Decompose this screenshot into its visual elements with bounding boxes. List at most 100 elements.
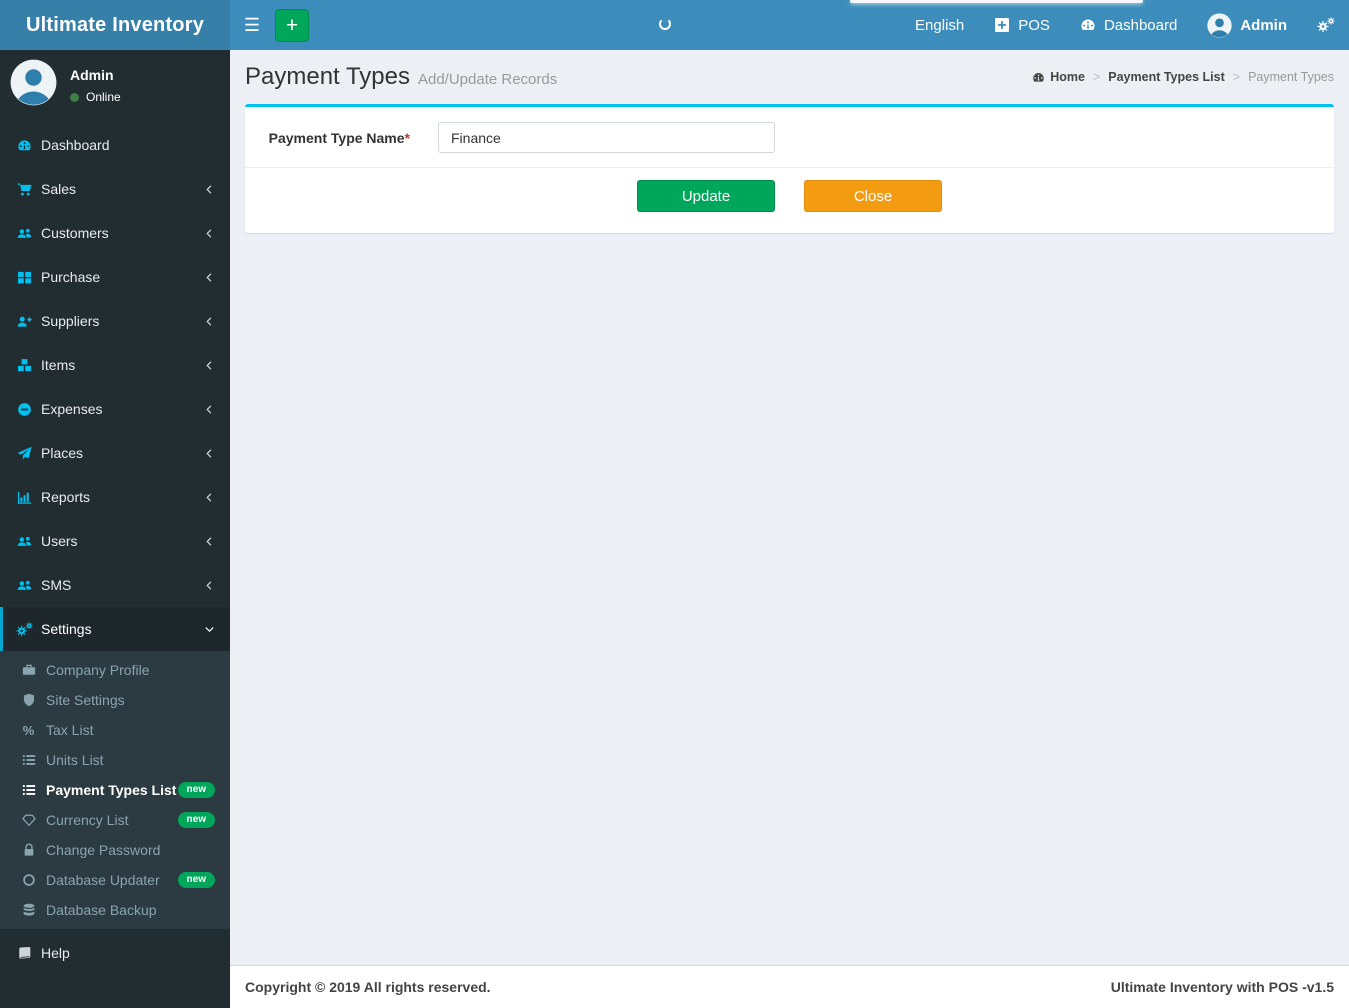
- sidebar-item-dashboard[interactable]: Dashboard: [0, 123, 230, 167]
- chevron-left-icon: [204, 360, 215, 371]
- sidebar-menu-bottom: Help: [0, 931, 230, 975]
- sidebar-toggle-button[interactable]: ☰: [230, 0, 274, 50]
- places-icon: [15, 446, 33, 461]
- sidebar-item-sales[interactable]: Sales: [0, 167, 230, 211]
- reports-icon: [15, 490, 33, 505]
- sidebar-item-label: Suppliers: [41, 313, 100, 329]
- sidebar-menu: Dashboard Sales Customers Purchase Suppl…: [0, 123, 230, 651]
- sidebar-item-label: Purchase: [41, 269, 101, 285]
- sidebar-item-suppliers[interactable]: Suppliers: [0, 299, 230, 343]
- sidebar-user-status[interactable]: Online: [70, 90, 121, 104]
- help-icon: [15, 946, 33, 961]
- screenshot-artifact-strip: [850, 0, 1143, 3]
- chevron-left-icon: [204, 184, 215, 195]
- submenu-item-site-settings[interactable]: Site Settings: [0, 685, 230, 715]
- sidebar-item-places[interactable]: Places: [0, 431, 230, 475]
- submenu-item-label: Site Settings: [46, 692, 125, 708]
- sidebar-item-users[interactable]: Users: [0, 519, 230, 563]
- dashboard-icon: [15, 138, 33, 153]
- company-profile-icon: [20, 663, 37, 677]
- page-subtitle: Add/Update Records: [417, 71, 558, 88]
- submenu-item-label: Units List: [46, 752, 104, 768]
- settings-icon: [15, 622, 33, 637]
- payment-type-name-row: Payment Type Name*: [260, 122, 1319, 153]
- sidebar-item-label: Help: [41, 945, 70, 961]
- new-badge: new: [177, 782, 215, 798]
- close-button[interactable]: Close: [804, 180, 942, 212]
- sidebar-item-purchase[interactable]: Purchase: [0, 255, 230, 299]
- list-icon: [20, 783, 37, 797]
- chevron-left-icon: [204, 448, 215, 459]
- customers-icon: [15, 226, 33, 241]
- content-header: Payment Types Add/Update Records Home > P…: [230, 50, 1349, 91]
- breadcrumb-home-label: Home: [1050, 70, 1085, 84]
- sidebar-item-expenses[interactable]: Expenses: [0, 387, 230, 431]
- loading-spinner-icon: [659, 18, 671, 30]
- submenu-item-payment-types-list[interactable]: Payment Types List new: [0, 775, 230, 805]
- breadcrumb: Home > Payment Types List > Payment Type…: [1032, 70, 1334, 84]
- nav-item-dashboard[interactable]: Dashboard: [1065, 0, 1192, 50]
- submenu-item-tax-list[interactable]: % Tax List: [0, 715, 230, 745]
- menu-toggle-icon: ☰: [243, 14, 261, 35]
- chevron-left-icon: [204, 492, 215, 503]
- footer-brand: Ultimate Inventory with POS: [1110, 979, 1299, 995]
- sidebar-item-help[interactable]: Help: [0, 931, 230, 975]
- chevron-left-icon: [204, 536, 215, 547]
- form-footer: Update Close: [245, 168, 1334, 233]
- chevron-down-icon: [204, 624, 215, 635]
- backup-icon: [20, 903, 37, 917]
- submenu-item-currency-list[interactable]: Currency List new: [0, 805, 230, 835]
- sidebar-item-settings[interactable]: Settings: [0, 607, 230, 651]
- updater-icon: [20, 873, 37, 887]
- breadcrumb-separator: >: [1092, 70, 1101, 84]
- page-title-text: Payment Types: [245, 63, 410, 90]
- sidebar-item-customers[interactable]: Customers: [0, 211, 230, 255]
- breadcrumb-payment-types-list[interactable]: Payment Types List: [1108, 70, 1224, 84]
- main-header: Ultimate Inventory ☰ + English POS Dashb…: [0, 0, 1349, 50]
- chevron-left-icon: [204, 272, 215, 283]
- suppliers-icon: [15, 314, 33, 329]
- app-logo[interactable]: Ultimate Inventory: [0, 0, 230, 50]
- submenu-item-units-list[interactable]: Units List: [0, 745, 230, 775]
- sidebar-item-items[interactable]: Items: [0, 343, 230, 387]
- list-icon: [20, 753, 37, 767]
- nav-item-settings[interactable]: [1302, 0, 1349, 50]
- quick-add-button[interactable]: +: [275, 8, 309, 42]
- currency-icon: [20, 813, 37, 827]
- sidebar-item-label: Users: [41, 533, 78, 549]
- payment-type-name-label: Payment Type Name*: [260, 130, 410, 146]
- submenu-item-label: Company Profile: [46, 662, 150, 678]
- chevron-left-icon: [204, 580, 215, 591]
- submenu-item-database-updater[interactable]: Database Updater new: [0, 865, 230, 895]
- pos-label: POS: [1018, 16, 1050, 34]
- nav-item-pos[interactable]: POS: [979, 0, 1065, 50]
- password-icon: [20, 843, 37, 857]
- purchase-icon: [15, 270, 33, 285]
- footer-copyright: Copyright © 2019 All rights reserved.: [245, 979, 491, 995]
- new-badge: new: [177, 872, 215, 888]
- breadcrumb-separator: >: [1232, 70, 1241, 84]
- sidebar: Admin Online Dashboard Sales Customers P…: [0, 50, 230, 1008]
- chevron-left-icon: [204, 316, 215, 327]
- breadcrumb-home[interactable]: Home: [1032, 70, 1085, 84]
- sidebar-item-sms[interactable]: SMS: [0, 563, 230, 607]
- nav-item-user[interactable]: Admin: [1192, 0, 1302, 50]
- update-button[interactable]: Update: [637, 180, 775, 212]
- sidebar-item-reports[interactable]: Reports: [0, 475, 230, 519]
- users-icon: [15, 534, 33, 549]
- sidebar-item-label: Expenses: [41, 401, 103, 417]
- user-avatar-icon: [1207, 13, 1232, 38]
- submenu-item-label: Currency List: [46, 812, 129, 828]
- footer-version-number: -v1.5: [1302, 979, 1334, 995]
- submenu-item-label: Database Updater: [46, 872, 160, 888]
- nav-item-language[interactable]: English: [900, 0, 979, 50]
- tax-icon: %: [22, 722, 35, 738]
- submenu-item-database-backup[interactable]: Database Backup: [0, 895, 230, 925]
- language-label: English: [915, 16, 965, 34]
- payment-type-name-input[interactable]: [438, 122, 775, 153]
- chevron-left-icon: [204, 228, 215, 239]
- sales-icon: [15, 182, 33, 197]
- submenu-item-company-profile[interactable]: Company Profile: [0, 655, 230, 685]
- submenu-item-change-password[interactable]: Change Password: [0, 835, 230, 865]
- online-status-label: Online: [86, 90, 121, 104]
